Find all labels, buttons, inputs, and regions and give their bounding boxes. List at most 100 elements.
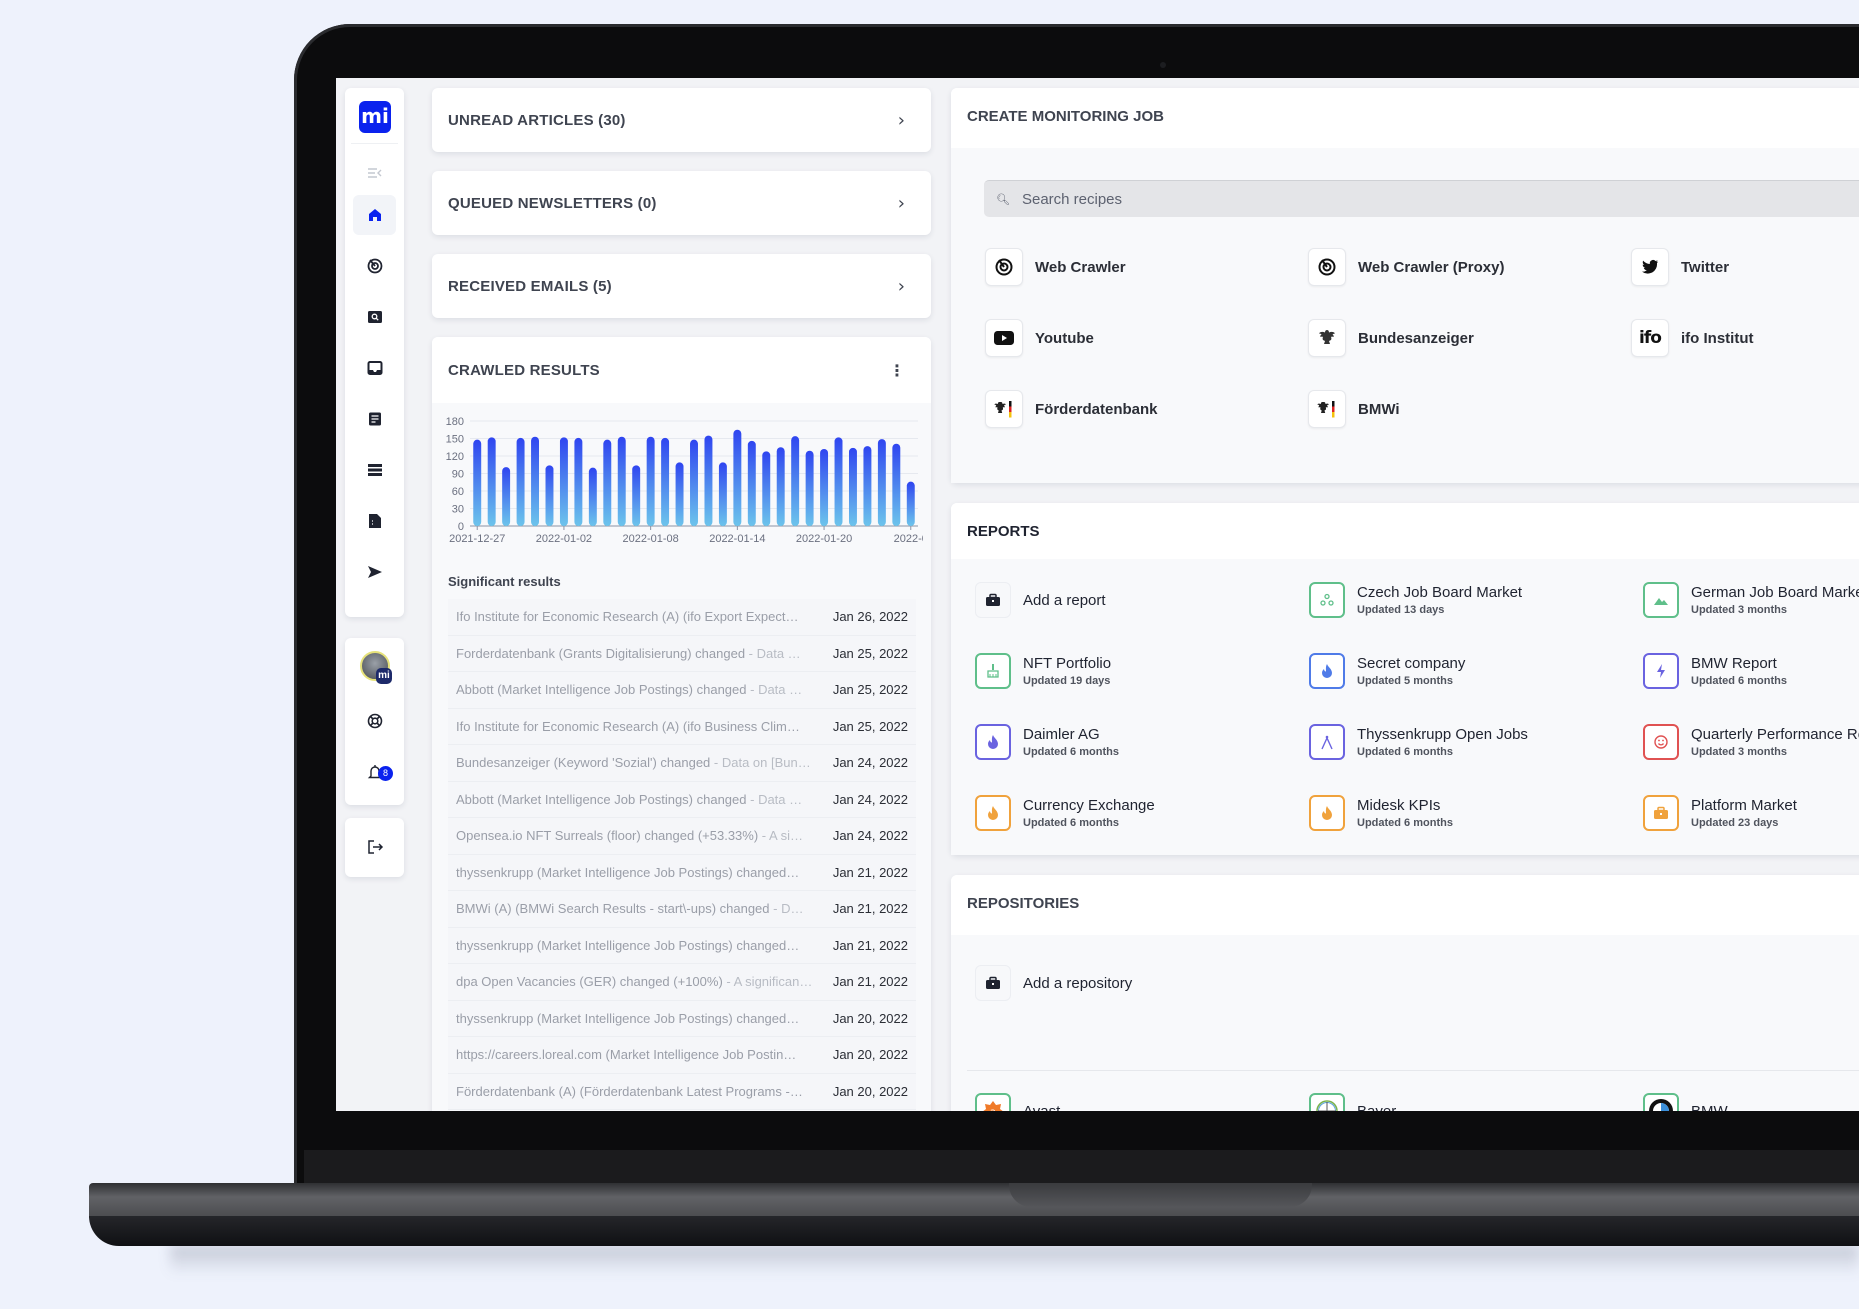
search-recipes-input[interactable]: 🔍︎ Search recipes	[984, 180, 1859, 217]
chevron-right-icon: ›	[897, 109, 905, 131]
significant-result-row[interactable]: Forderdatenbank (Grants Digitalisierung)…	[448, 635, 916, 672]
bar-2022-01-11[interactable]	[690, 439, 698, 526]
received-emails-card[interactable]: RECEIVED EMAILS (5) ›	[432, 254, 931, 318]
bar-2022-01-01[interactable]	[545, 465, 554, 526]
bar-2022-01-07[interactable]	[632, 465, 641, 526]
report-item[interactable]: BMW Report Updated 6 months	[1643, 653, 1787, 689]
recipe-web-crawler-proxy[interactable]: Web Crawler (Proxy)	[1308, 248, 1504, 286]
bar-2021-12-30[interactable]	[516, 437, 525, 526]
bar-2022-01-17[interactable]	[776, 447, 785, 526]
bar-2022-01-24[interactable]	[877, 439, 886, 526]
bar-2021-12-28[interactable]	[487, 437, 496, 526]
significant-result-row[interactable]: Ifo Institute for Economic Research (A) …	[448, 708, 916, 745]
significant-result-row[interactable]: Bundesanzeiger (Keyword 'Sozial') change…	[448, 745, 916, 782]
radar-icon	[985, 248, 1023, 286]
significant-result-row[interactable]: dpa Open Vacancies (GER) changed (+100%)…	[448, 964, 916, 1001]
repository-avast[interactable]: a Avast	[975, 1093, 1060, 1111]
significant-result-row[interactable]: Abbott (Market Intelligence Job Postings…	[448, 781, 916, 818]
bar-2022-01-14[interactable]	[733, 429, 742, 526]
help-button[interactable]	[353, 701, 396, 741]
significant-result-row[interactable]: Ifo Institute for Economic Research (A) …	[448, 599, 916, 636]
report-item[interactable]: Secret company Updated 5 months	[1309, 653, 1465, 689]
bar-2022-01-18[interactable]	[791, 436, 800, 526]
bar-2022-01-25[interactable]	[892, 443, 901, 526]
bar-2022-01-06[interactable]	[617, 436, 626, 526]
recipe-bundesanzeiger[interactable]: Bundesanzeiger	[1308, 319, 1474, 357]
significant-result-row[interactable]: BMWi (A) (BMWi Search Results - start\-u…	[448, 891, 916, 928]
report-item[interactable]: Platform Market Updated 23 days	[1643, 795, 1797, 831]
bar-2022-01-15[interactable]	[747, 440, 756, 526]
report-item[interactable]: Currency Exchange Updated 6 months	[975, 795, 1155, 831]
recipe-bmwi[interactable]: BMWi	[1308, 390, 1400, 428]
significant-result-row[interactable]: https://careers.loreal.com (Market Intel…	[448, 1037, 916, 1074]
recipe-label: Förderdatenbank	[1035, 400, 1158, 418]
bar-2021-12-29[interactable]	[502, 467, 511, 526]
repository-bayer[interactable]: Bayer	[1309, 1093, 1396, 1111]
sidebar-item-articles[interactable]	[353, 399, 396, 439]
logout-button[interactable]	[353, 827, 396, 867]
significant-result-row[interactable]: thyssenkrupp (Market Intelligence Job Po…	[448, 1000, 916, 1037]
sidebar-item-home[interactable]	[353, 195, 396, 235]
recipe-twitter[interactable]: Twitter	[1631, 248, 1729, 286]
bar-2022-01-26[interactable]	[906, 481, 915, 526]
report-item[interactable]: Daimler AG Updated 6 months	[975, 724, 1119, 760]
y-tick-label: 180	[446, 416, 464, 428]
report-item[interactable]: NFT Portfolio Updated 19 days	[975, 653, 1111, 689]
report-item[interactable]: Czech Job Board Market Updated 13 days	[1309, 582, 1522, 618]
bar-2022-01-09[interactable]	[661, 437, 670, 526]
unread-articles-card[interactable]: UNREAD ARTICLES (30) ›	[432, 88, 931, 152]
bar-2022-01-02[interactable]	[559, 437, 568, 526]
bar-2022-01-03[interactable]	[574, 437, 583, 526]
sidebar-item-send[interactable]	[353, 552, 396, 592]
bar-2022-01-21[interactable]	[834, 437, 843, 526]
report-name: Daimler AG	[1023, 726, 1100, 743]
recipe-label: BMWi	[1358, 400, 1400, 418]
report-item[interactable]: Quarterly Performance Report Updated 3 mo…	[1643, 724, 1859, 760]
bar-2022-01-13[interactable]	[718, 462, 727, 526]
received-emails-title: RECEIVED EMAILS (5)	[448, 277, 612, 295]
add-repository-button[interactable]: Add a repository	[975, 965, 1132, 1001]
bar-2022-01-23[interactable]	[863, 446, 872, 526]
report-item[interactable]: German Job Board Market Updated 3 months	[1643, 582, 1859, 618]
repository-name: Bayer	[1357, 1102, 1397, 1112]
recipe-ifo-institut[interactable]: ifo ifo Institut	[1631, 319, 1753, 357]
recipe-web-crawler[interactable]: Web Crawler	[985, 248, 1126, 286]
bar-2022-01-05[interactable]	[603, 439, 612, 526]
significant-result-row[interactable]: Förderdatenbank (A) (Förderdatenbank Lat…	[448, 1073, 916, 1110]
bar-2022-01-04[interactable]	[588, 467, 597, 526]
bar-2022-01-19[interactable]	[805, 450, 814, 526]
app-logo[interactable]: mi	[359, 101, 391, 133]
bar-2022-01-10[interactable]	[675, 462, 684, 526]
add-repository-label: Add a repository	[1023, 974, 1133, 992]
sidebar-item-search[interactable]	[353, 297, 396, 337]
bar-2022-01-22[interactable]	[848, 447, 857, 526]
significant-result-row[interactable]: thyssenkrupp (Market Intelligence Job Po…	[448, 927, 916, 964]
bar-2022-01-20[interactable]	[820, 449, 829, 526]
queued-newsletters-card[interactable]: QUEUED NEWSLETTERS (0) ›	[432, 171, 931, 235]
repository-bmw[interactable]: BMW	[1643, 1093, 1728, 1111]
sidebar-collapse-button[interactable]	[353, 153, 396, 193]
youtube-icon	[985, 319, 1023, 357]
sidebar-item-files[interactable]	[353, 501, 396, 541]
report-updated: Updated 6 months	[1357, 746, 1453, 758]
significant-result-row[interactable]: Opensea.io NFT Surreals (floor) changed …	[448, 818, 916, 855]
bar-2022-01-12[interactable]	[704, 435, 713, 526]
add-report-button[interactable]: Add a report	[975, 582, 1106, 618]
bar-2021-12-31[interactable]	[531, 436, 540, 526]
bar-2021-12-27[interactable]	[473, 439, 482, 526]
recipe-label: Bundesanzeiger	[1358, 329, 1474, 347]
bar-2022-01-08[interactable]	[646, 436, 655, 526]
bar-2022-01-16[interactable]	[762, 451, 771, 526]
result-title: thyssenkrupp (Market Intelligence Job Po…	[456, 1010, 800, 1026]
recipe-f-rderdatenbank[interactable]: Förderdatenbank	[985, 390, 1158, 428]
significant-result-row[interactable]: Abbott (Market Intelligence Job Postings…	[448, 672, 916, 709]
twitter-icon	[1631, 248, 1669, 286]
report-item[interactable]: Thyssenkrupp Open Jobs Updated 6 months	[1309, 724, 1528, 760]
sidebar-item-lists[interactable]	[353, 450, 396, 490]
more-options-icon[interactable]: ⋮	[889, 361, 905, 380]
significant-result-row[interactable]: thyssenkrupp (Market Intelligence Job Po…	[448, 854, 916, 891]
sidebar-item-monitoring[interactable]	[353, 246, 396, 286]
recipe-youtube[interactable]: Youtube	[985, 319, 1094, 357]
report-item[interactable]: Midesk KPIs Updated 6 months	[1309, 795, 1453, 831]
sidebar-item-inbox[interactable]	[353, 348, 396, 388]
